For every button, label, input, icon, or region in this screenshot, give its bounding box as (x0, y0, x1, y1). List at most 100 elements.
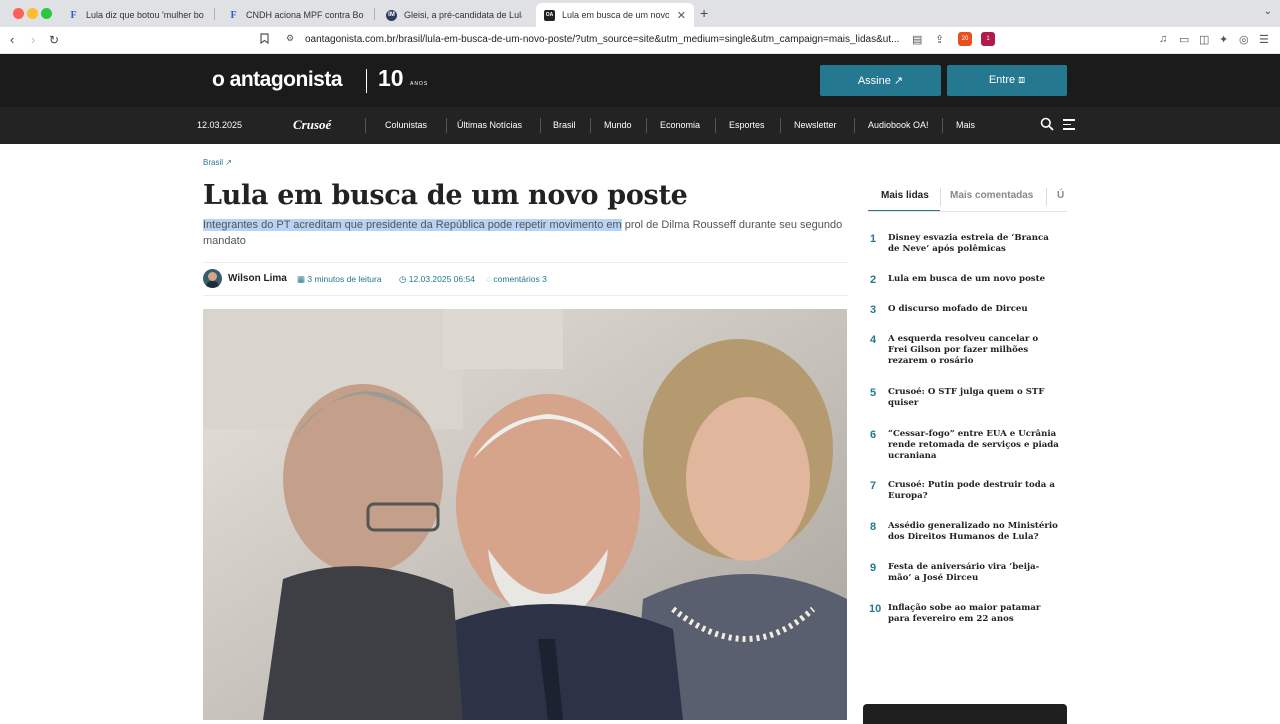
nav-item-colunistas[interactable]: Colunistas (385, 120, 427, 130)
leo-ai-icon[interactable]: ✦ (1219, 33, 1228, 46)
tab-favicon-icon: F (70, 9, 77, 21)
bookmark-icon[interactable] (260, 33, 269, 47)
rank-title[interactable]: Crusoé: Putin pode destruir toda a Europ… (888, 480, 1060, 502)
comments-count-text: comentários 3 (493, 274, 547, 284)
nav-divider (780, 118, 781, 133)
tab-ultimas[interactable]: Ú (1057, 190, 1064, 201)
crusoe-link[interactable]: Crusoé (293, 117, 331, 133)
nav-item-esportes[interactable]: Esportes (729, 120, 765, 130)
nav-item-newsletter[interactable]: Newsletter (794, 120, 837, 130)
site-header: o antagonista 10 ANOS Assine ↗ Entre ⧈ (0, 54, 1280, 107)
anniversary-logo: 10 (378, 65, 404, 91)
divider (203, 295, 848, 296)
nav-item-audiobook[interactable]: Audiobook OA! (868, 120, 929, 130)
rank-title[interactable]: Inflação sobe ao maior patamar para feve… (888, 603, 1060, 625)
rank-title[interactable]: A esquerda resolveu cancelar o Frei Gils… (888, 334, 1060, 367)
sidebar-toggle-icon[interactable]: ▭ (1179, 33, 1189, 46)
browser-tab[interactable]: IM Gleisi, a pré-candidata de Lula à (378, 3, 530, 27)
nav-divider (942, 118, 943, 133)
nav-item-brasil[interactable]: Brasil (553, 120, 576, 130)
tab-list-chevron-icon[interactable]: ⌄ (1264, 6, 1272, 17)
tab-separator (374, 8, 375, 20)
rank-title[interactable]: O discurso mofado de Dirceu (888, 304, 1060, 315)
browser-tab[interactable]: F CNDH aciona MPF contra Bolson (220, 3, 372, 27)
tab-separator (1046, 188, 1047, 206)
rank-title[interactable]: Assédio generalizado no Ministério dos D… (888, 521, 1060, 543)
browser-toolbar: ‹ › ↻ ⚙ oantagonista.com.br/brasil/lula-… (0, 27, 1280, 54)
rank-number: 10 (869, 603, 882, 615)
article-photo-image (203, 309, 847, 720)
window-zoom-button[interactable] (41, 8, 52, 19)
rank-number: 9 (870, 562, 877, 574)
rank-number: 2 (870, 274, 877, 286)
hamburger-menu-icon[interactable] (1063, 119, 1075, 133)
tab-favicon-icon: OA (544, 9, 555, 21)
login-button[interactable]: Entre ⧈ (947, 65, 1067, 96)
divider (868, 211, 1067, 212)
read-time: ▦ 3 minutos de leitura (297, 274, 382, 285)
article-photo (203, 309, 847, 720)
anniversary-logo-label: ANOS (410, 81, 429, 87)
tab-mais-comentadas[interactable]: Mais comentadas (950, 190, 1033, 201)
browser-tab-active[interactable]: OA Lula em busca de um novo p ✕ (536, 3, 694, 27)
current-date: 12.03.2025 (197, 120, 243, 130)
vpn-icon[interactable]: ◎ (1239, 33, 1249, 46)
brave-shields-icon[interactable]: 20 (958, 32, 972, 46)
nav-item-mais[interactable]: Mais (956, 120, 975, 130)
author-avatar[interactable] (203, 269, 222, 288)
selected-text: Integrantes do PT acreditam que presiden… (203, 219, 622, 231)
comments-link[interactable]: ◌ comentários 3 (486, 274, 547, 284)
rank-number: 4 (870, 334, 877, 346)
nav-divider (540, 118, 541, 133)
browser-tab[interactable]: F Lula diz que botou 'mulher bonita (60, 3, 212, 27)
site-navigation: 12.03.2025 Crusoé Colunistas Últimas Not… (0, 107, 1280, 144)
breadcrumb[interactable]: Brasil ↗ (203, 158, 232, 167)
reload-icon[interactable]: ↻ (49, 33, 59, 47)
tab-title: Gleisi, a pré-candidata de Lula à (404, 10, 522, 20)
sidebar-tabs: Mais lidas Mais comentadas Ú (868, 182, 1068, 212)
share-icon[interactable]: ⇪ (935, 33, 944, 46)
divider (203, 262, 848, 263)
nav-divider (854, 118, 855, 133)
logo-divider (366, 69, 367, 93)
new-tab-button[interactable]: + (700, 5, 708, 21)
tab-separator (214, 8, 215, 20)
nav-item-mundo[interactable]: Mundo (604, 120, 632, 130)
tab-favicon-icon: F (230, 9, 237, 21)
forward-arrow-icon[interactable]: › (31, 33, 35, 47)
rank-number: 7 (870, 480, 877, 492)
reader-mode-icon[interactable]: ▤ (912, 33, 922, 46)
wallet-icon[interactable]: ◫ (1199, 33, 1209, 46)
site-logo[interactable]: o antagonista (212, 68, 343, 92)
nav-item-economia[interactable]: Economia (660, 120, 700, 130)
tab-close-icon[interactable]: ✕ (677, 9, 686, 22)
nav-item-ultimas-noticias[interactable]: Últimas Notícias (457, 120, 522, 130)
music-icon[interactable]: ♫ (1159, 33, 1167, 45)
tab-title: Lula diz que botou 'mulher bonita (86, 10, 204, 20)
nav-divider (365, 118, 366, 133)
window-minimize-button[interactable] (27, 8, 38, 19)
rank-title[interactable]: “Cessar-fogo” entre EUA e Ucrânia rende … (888, 429, 1060, 462)
author-name[interactable]: Wilson Lima (228, 273, 287, 284)
article-subtitle: Integrantes do PT acreditam que presiden… (203, 217, 848, 249)
window-close-button[interactable] (13, 8, 24, 19)
rank-number: 3 (870, 304, 877, 316)
rank-title[interactable]: Lula em busca de um novo poste (888, 274, 1060, 285)
tab-mais-lidas[interactable]: Mais lidas (881, 190, 929, 201)
read-time-text: 3 minutos de leitura (307, 274, 382, 284)
rank-title[interactable]: Festa de aniversário vira ‘beija-mão’ a … (888, 562, 1060, 584)
subscribe-button[interactable]: Assine ↗ (820, 65, 941, 96)
nav-divider (715, 118, 716, 133)
rewards-icon[interactable]: 1 (981, 32, 995, 46)
article-headline: Lula em busca de um novo poste (203, 180, 688, 211)
rank-title[interactable]: Disney esvazia estreia de ‘Branca de Nev… (888, 233, 1060, 255)
shields-count-badge: 20 (961, 36, 969, 42)
nav-divider (590, 118, 591, 133)
browser-menu-icon[interactable]: ☰ (1259, 33, 1269, 46)
address-bar-url[interactable]: oantagonista.com.br/brasil/lula-em-busca… (305, 34, 899, 45)
back-arrow-icon[interactable]: ‹ (10, 33, 14, 47)
search-icon[interactable] (1040, 117, 1054, 131)
publish-date: ◷ 12.03.2025 06:54 (399, 274, 475, 285)
site-settings-icon[interactable]: ⚙ (286, 33, 294, 44)
rank-title[interactable]: Crusoé: O STF julga quem o STF quiser (888, 387, 1060, 409)
